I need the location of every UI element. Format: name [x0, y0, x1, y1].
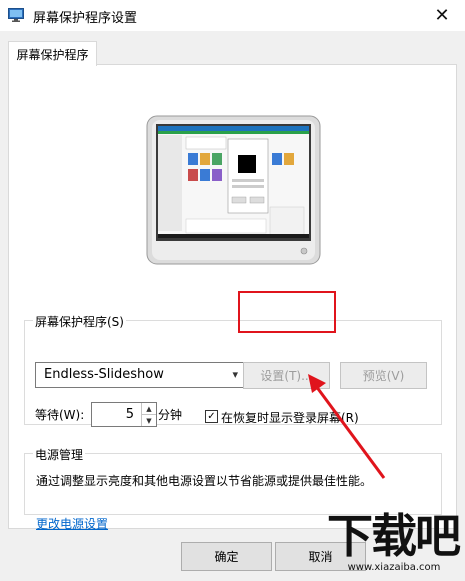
power-description: 通过调整显示亮度和其他电源设置以节省能源或提供最佳性能。 — [36, 474, 373, 488]
checkmark-icon: ✓ — [207, 411, 216, 422]
close-button[interactable]: ✕ — [419, 0, 465, 31]
wait-unit: 分钟 — [158, 408, 183, 422]
site-watermark: 下载吧 www.xiazaiba.com — [323, 488, 465, 581]
screensaver-select[interactable]: Endless-Slideshow ▾ — [35, 362, 245, 388]
resume-checkbox[interactable]: ✓ — [205, 410, 218, 423]
chevron-up-icon: ▲ — [146, 404, 152, 413]
wait-label: 等待(W): — [35, 408, 85, 422]
highlight-box — [238, 291, 336, 333]
screensaver-group-label: 屏幕保护程序(S) — [33, 313, 126, 330]
wait-stepper[interactable]: 5 ▲ ▼ — [91, 402, 157, 427]
monitor-preview — [146, 115, 321, 265]
display-icon — [8, 8, 24, 22]
window-title: 屏幕保护程序设置 — [33, 11, 138, 26]
title-bar: 屏幕保护程序设置 ✕ — [0, 0, 465, 31]
spin-buttons: ▲ ▼ — [141, 403, 156, 426]
change-power-settings-link[interactable]: 更改电源设置 — [36, 515, 108, 532]
preview-button[interactable]: 预览(V) — [340, 362, 427, 389]
spin-up-button[interactable]: ▲ — [142, 403, 156, 414]
chevron-down-icon: ▾ — [232, 368, 238, 381]
power-group-label: 电源管理 — [33, 446, 86, 463]
watermark-url: www.xiazaiba.com — [347, 562, 441, 573]
settings-button[interactable]: 设置(T)... — [243, 362, 330, 389]
ok-button[interactable]: 确定 — [181, 542, 272, 571]
tab-screensaver[interactable]: 屏幕保护程序 — [8, 41, 97, 66]
watermark-logo: 下载吧 — [327, 509, 461, 563]
wait-value[interactable]: 5 — [126, 407, 134, 422]
resume-checkbox-label[interactable]: 在恢复时显示登录屏幕(R) — [221, 409, 359, 426]
close-icon: ✕ — [434, 5, 450, 26]
tab-panel: 屏幕保护程序(S) Endless-Slideshow ▾ 设置(T)... 预… — [8, 64, 457, 532]
spin-down-button[interactable]: ▼ — [142, 414, 156, 426]
chevron-down-icon: ▼ — [146, 416, 152, 425]
